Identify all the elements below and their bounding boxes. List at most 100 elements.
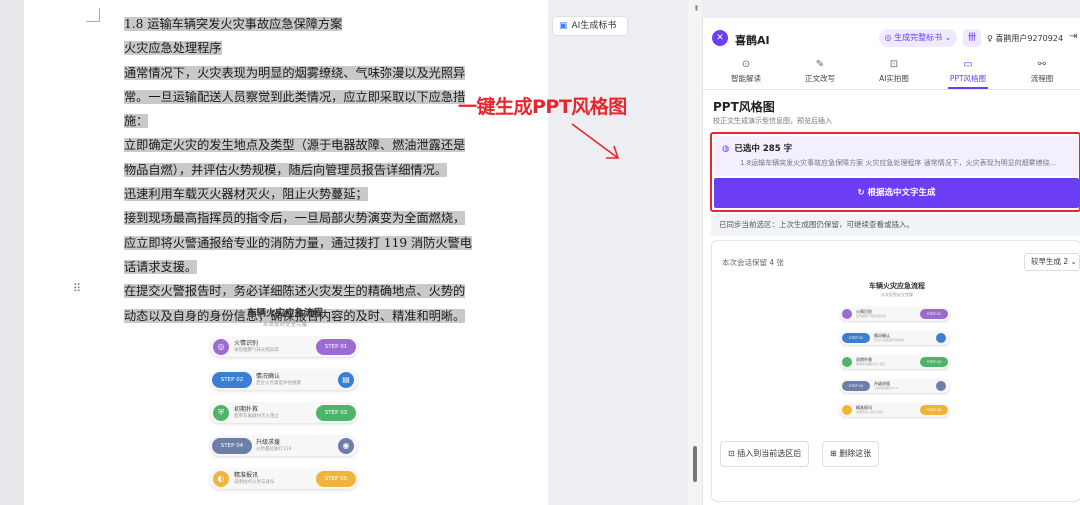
paragraph: 火灾应急处理程序: [100, 36, 472, 60]
inserted-flowchart[interactable]: 车辆火灾应急流程 从发现到安全完履 ◎ STEP 01 火情识别 发现烟雾气味光照异常…: [200, 305, 370, 505]
step-desc: 火势蔓延拨打119: [256, 447, 292, 452]
preview-step-badge: STEP 01: [920, 309, 948, 319]
panel-header: ✕ 喜鹊AI ◎ 生成完整标书 ⌄ 卌 ♀ 喜鹊用户9270924 ⇥: [703, 18, 1080, 54]
preview-step-icon: [842, 405, 852, 415]
ai-bid-tab[interactable]: ▣ AI生成标书: [552, 16, 628, 36]
section-subtitle: 校正文生成演示型信息图，预览后插入: [713, 117, 832, 125]
step-label: 初期扑救: [234, 406, 259, 413]
paragraph-text[interactable]: 1.8 运输车辆突发火灾事故应急保障方案: [124, 17, 343, 31]
selection-highlight-box: ◍ 已选中 285 字 1.8运输车辆突发火灾事故应急保障方案 火灾应急处理程序 …: [710, 132, 1080, 212]
preview-step-badge: STEP 05: [920, 405, 948, 415]
generate-from-selection-button[interactable]: ↻ 根据选中文字生成: [714, 178, 1079, 208]
step-badge: STEP 03: [316, 405, 356, 421]
preview-step: STEP 03 初期扑救 使用车载器材灭火阻止: [840, 355, 950, 369]
document-area: 1.8 运输车辆突发火灾事故应急保障方案 火灾应急处理程序 通常情况下，火灾表现…: [0, 0, 548, 505]
paragraph-text[interactable]: 接到现场最高指挥员的指令后，一旦局部火势演变为全面燃烧，应立即将火警通报给专业的…: [124, 211, 472, 274]
selection-count: ◍ 已选中 285 字: [722, 142, 792, 154]
preview-step: STEP 05 精准报讯 说明地点火势与身份: [840, 403, 950, 417]
preview-step-badge: STEP 02: [842, 333, 870, 343]
feature-tabs: ⊙ 智能解读 ✎ 正文改写 ⊡ AI实拍图 ▭ PPT风格图 ⚯ 流程图: [703, 58, 1080, 90]
preview-step-desc: 说明地点火势与身份: [856, 410, 884, 414]
logout-icon[interactable]: ⇥: [1069, 31, 1077, 42]
flowchart-title: 车辆火灾应急流程: [246, 308, 323, 319]
preview-step-icon: [842, 357, 852, 367]
user-account[interactable]: ♀ 喜鹊用户9270924: [987, 33, 1063, 44]
tab-icon: ⊡: [889, 59, 899, 70]
tab-3[interactable]: ⊡ AI实拍图: [859, 58, 929, 84]
paragraph-text[interactable]: 火灾应急处理程序: [124, 41, 222, 56]
step-icon: ◎: [213, 339, 229, 355]
annotation-text: 一键生成PPT风格图: [458, 96, 627, 118]
preview-step-badge: STEP 03: [920, 357, 948, 367]
tab-2[interactable]: ✎ 正文改写: [785, 58, 855, 84]
version-select[interactable]: 较早生成 2 ⌄: [1024, 253, 1080, 271]
gift-icon[interactable]: 卌: [963, 29, 981, 47]
flowchart-subtitle: 从发现到安全完履: [262, 322, 307, 328]
preview-step-text: 初期扑救 使用车载器材灭火阻止: [856, 357, 886, 367]
insert-after-selection-button[interactable]: ⊡ 插入到当前选区后: [720, 441, 810, 467]
step-desc: 定位火点类型评估规模: [256, 381, 301, 386]
panel-splitter[interactable]: [688, 0, 702, 505]
step-badge: STEP 04: [212, 438, 252, 454]
tab-4[interactable]: ▭ PPT风格图: [933, 58, 1003, 89]
step-badge: STEP 05: [316, 471, 356, 487]
step-text: 精准报讯 说明地点火势与身份: [234, 472, 275, 486]
step-icon: ◉: [338, 438, 354, 454]
preview-flowchart[interactable]: 车辆火灾应急流程 从发现到安全完履 STEP 01 火情识别 发现烟雾气味光照异常 S…: [832, 281, 962, 441]
drag-handle-icon[interactable]: ⠿: [73, 282, 81, 295]
selection-preview: 1.8运输车辆突发火灾事故应急保障方案 火灾应急处理程序 通常情况下，火灾表现为…: [740, 159, 1057, 167]
document-body[interactable]: 1.8 运输车辆突发火灾事故应急保障方案 火灾应急处理程序 通常情况下，火灾表现…: [100, 12, 472, 328]
step-text: 升级求援 火势蔓延拨打119: [256, 439, 292, 453]
screen: 1.8 运输车辆突发火灾事故应急保障方案 火灾应急处理程序 通常情况下，火灾表现…: [0, 0, 1080, 505]
paragraph: 通常情况下，火灾表现为明显的烟雾缭绕、气味弥漫以及光照异常。一旦运输配送人员察觉…: [100, 61, 472, 134]
delete-image-button[interactable]: ⊞ 删除这张: [822, 441, 880, 467]
preview-step: STEP 01 火情识别 发现烟雾气味光照异常: [840, 307, 950, 321]
tab-label: 智能解读: [731, 74, 761, 83]
preview-step-icon: [936, 381, 946, 391]
doc-ai-icon: ▣: [559, 21, 568, 31]
section-title: PPT风格图: [713, 100, 775, 114]
preview-step-desc: 定位火点类型评估规模: [874, 338, 905, 342]
preview-title: 车辆火灾应急流程: [869, 282, 925, 290]
preview-step-desc: 发现烟雾气味光照异常: [856, 314, 887, 318]
preview-step-text: 精准报讯 说明地点火势与身份: [856, 405, 883, 415]
step-text: 初期扑救 使用车载器材灭火阻止: [234, 406, 279, 420]
tab-icon: ⊙: [741, 59, 751, 70]
pin-icon[interactable]: ⇞: [693, 4, 700, 13]
paragraph: 1.8 运输车辆突发火灾事故应急保障方案: [100, 12, 472, 36]
tab-label: AI实拍图: [879, 74, 909, 83]
tab-5[interactable]: ⚯ 流程图: [1007, 58, 1077, 84]
preview-step-icon: [842, 309, 852, 319]
step-desc: 发现烟雾气味光照异常: [234, 348, 279, 353]
annotation-arrow-icon: [571, 123, 620, 159]
selection-summary: ◍ 已选中 285 字 1.8运输车辆突发火灾事故应急保障方案 火灾应急处理程序 …: [714, 136, 1079, 176]
preview-step-text: 情况确认 定位火点类型评估规模: [874, 333, 904, 343]
flow-step: ⛨ STEP 03 初期扑救 使用车载器材灭火阻止: [210, 403, 358, 423]
paragraph: 接到现场最高指挥员的指令后，一旦局部火势演变为全面燃烧，应立即将火警通报给专业的…: [100, 206, 472, 279]
preview-step-badge: STEP 04: [842, 381, 870, 391]
step-icon: ⛨: [213, 405, 229, 421]
preview-subtitle: 从发现到安全完履: [881, 292, 913, 297]
step-label: 情况确认: [256, 373, 281, 380]
step-badge: STEP 01: [316, 339, 356, 355]
paragraph-text[interactable]: 通常情况下，火灾表现为明显的烟雾缭绕、气味弥漫以及光照异常。一旦运输配送人员察觉…: [124, 65, 466, 129]
result-card: 本次会话保留 4 张 较早生成 2 ⌄ 车辆火灾应急流程 从发现到安全完履 ST…: [711, 240, 1080, 502]
paragraph-text[interactable]: 立即确定火灾的发生地点及类型（源于电器故障、燃油泄露还是物品自燃），并评估火势规…: [124, 138, 466, 177]
flow-step: ◉ STEP 04 升级求援 火势蔓延拨打119: [210, 436, 358, 456]
step-badge: STEP 02: [212, 372, 252, 388]
sync-note: 已同步当前选区：上次生成图仍保留，可继续查看或插入。: [711, 214, 1080, 236]
preview-step-desc: 火势蔓延拨打119: [874, 386, 898, 390]
tab-icon: ▭: [963, 59, 973, 70]
preview-step-text: 升级求援 火势蔓延拨打119: [874, 381, 898, 391]
step-label: 精准报讯: [234, 472, 259, 479]
tab-label: PPT风格图: [949, 74, 987, 83]
scrollbar-thumb[interactable]: [693, 446, 697, 482]
paragraph-text[interactable]: 迅速利用车载灭火器材灭火，阻止火势蔓延；: [124, 187, 368, 202]
generate-full-bid-button[interactable]: ◎ 生成完整标书 ⌄: [879, 29, 957, 47]
tab-1[interactable]: ⊙ 智能解读: [711, 58, 781, 84]
paragraph: 迅速利用车载灭火器材灭火，阻止火势蔓延；: [100, 182, 472, 206]
tab-icon: ✎: [815, 59, 825, 70]
ai-bid-tab-label: AI生成标书: [571, 21, 617, 31]
session-keep-note: 本次会话保留 4 张: [722, 258, 785, 267]
tab-label: 正文改写: [805, 74, 835, 83]
